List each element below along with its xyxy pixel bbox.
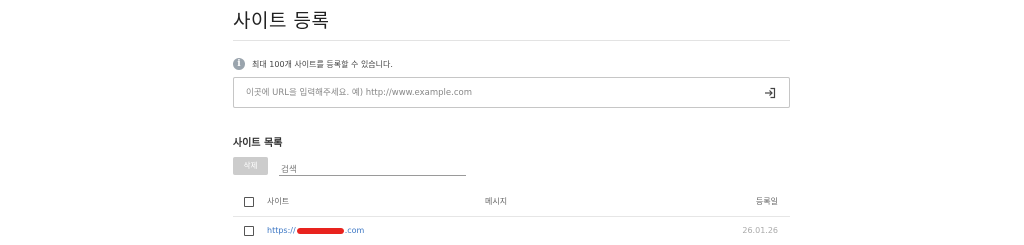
select-all-checkbox[interactable] [244, 197, 254, 207]
info-notice: i 최대 100개 사이트를 등록할 수 있습니다. [233, 58, 393, 70]
search-field [279, 157, 466, 179]
site-list-title: 사이트 목록 [233, 138, 283, 149]
delete-button[interactable]: 삭제 [233, 157, 268, 175]
table-header-row: 사이트 메시지 등록일 [233, 188, 790, 217]
site-table: 사이트 메시지 등록일 https:// .com 26.01.26 [233, 188, 790, 245]
table-row: https:// .com 26.01.26 [233, 217, 790, 245]
title-divider [233, 40, 790, 41]
column-header-date: 등록일 [755, 197, 778, 206]
column-header-message: 메시지 [485, 197, 508, 206]
enter-icon [765, 87, 776, 99]
site-link[interactable]: https:// .com [267, 217, 364, 244]
site-url-suffix: .com [344, 226, 365, 235]
column-header-site: 사이트 [267, 197, 290, 206]
row-checkbox[interactable] [244, 226, 254, 236]
row-date: 26.01.26 [742, 226, 778, 235]
site-url-prefix: https:// [267, 226, 296, 235]
redaction-mark [296, 227, 344, 234]
page-title: 사이트 등록 [233, 10, 330, 32]
site-registration-page: 사이트 등록 i 최대 100개 사이트를 등록할 수 있습니다. 사이트 목록… [0, 0, 1024, 245]
url-input-box [233, 77, 790, 108]
submit-url-button[interactable] [763, 86, 777, 100]
search-input[interactable] [279, 161, 466, 179]
info-icon: i [233, 58, 245, 70]
info-text: 최대 100개 사이트를 등록할 수 있습니다. [252, 59, 393, 69]
url-input[interactable] [246, 78, 746, 107]
